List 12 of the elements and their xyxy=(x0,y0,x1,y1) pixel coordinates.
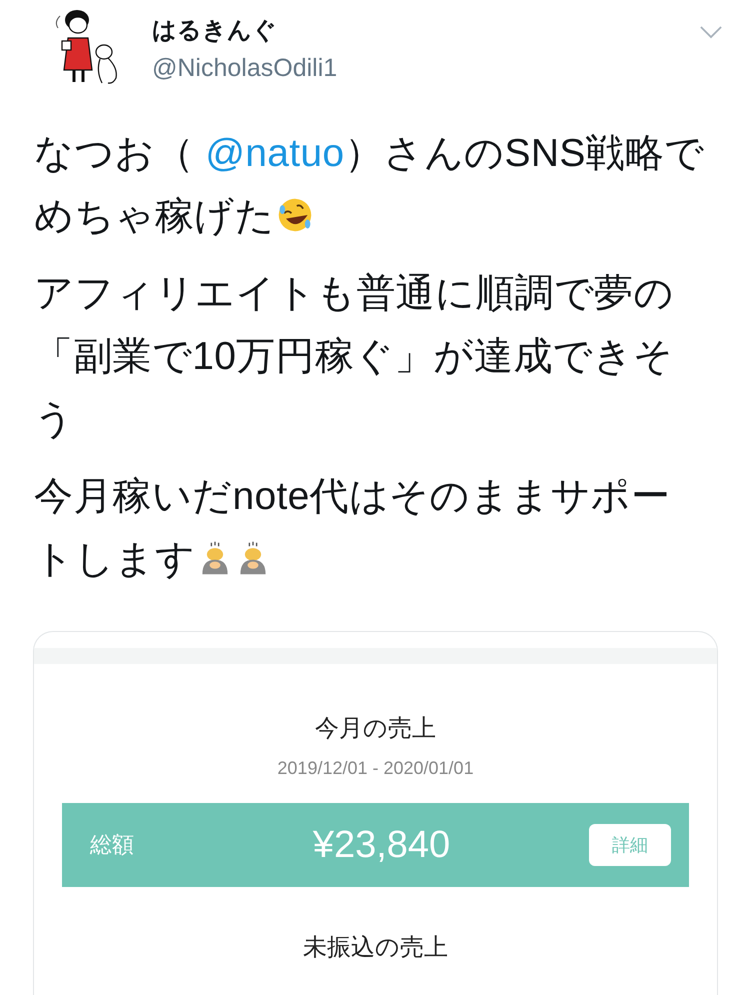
total-label: 総額 xyxy=(90,832,134,860)
tweet-text: なつお（ @natuo）さんのSNS戦略でめちゃ稼げた xyxy=(34,131,706,240)
laughing-face-icon xyxy=(276,197,313,233)
mention-link[interactable]: @natuo xyxy=(205,132,344,175)
tweet-text: アフィリエイトも普通に順調で夢の「副業で10万円稼ぐ」が達成できそう xyxy=(34,271,675,443)
author-handle[interactable]: @NicholasOdili1 xyxy=(152,54,700,83)
total-amount: ¥23,840 xyxy=(312,824,452,866)
sales-title: 今月の売上 xyxy=(314,713,437,744)
tweet-text: 今月稼いだnote代はそのままサポートします xyxy=(34,474,672,583)
sales-title: 未振込の売上 xyxy=(302,932,449,963)
author-name[interactable]: はるきんぐ xyxy=(152,14,700,46)
period-text: 2019/12/01 - 2020/01/01 xyxy=(276,758,475,779)
